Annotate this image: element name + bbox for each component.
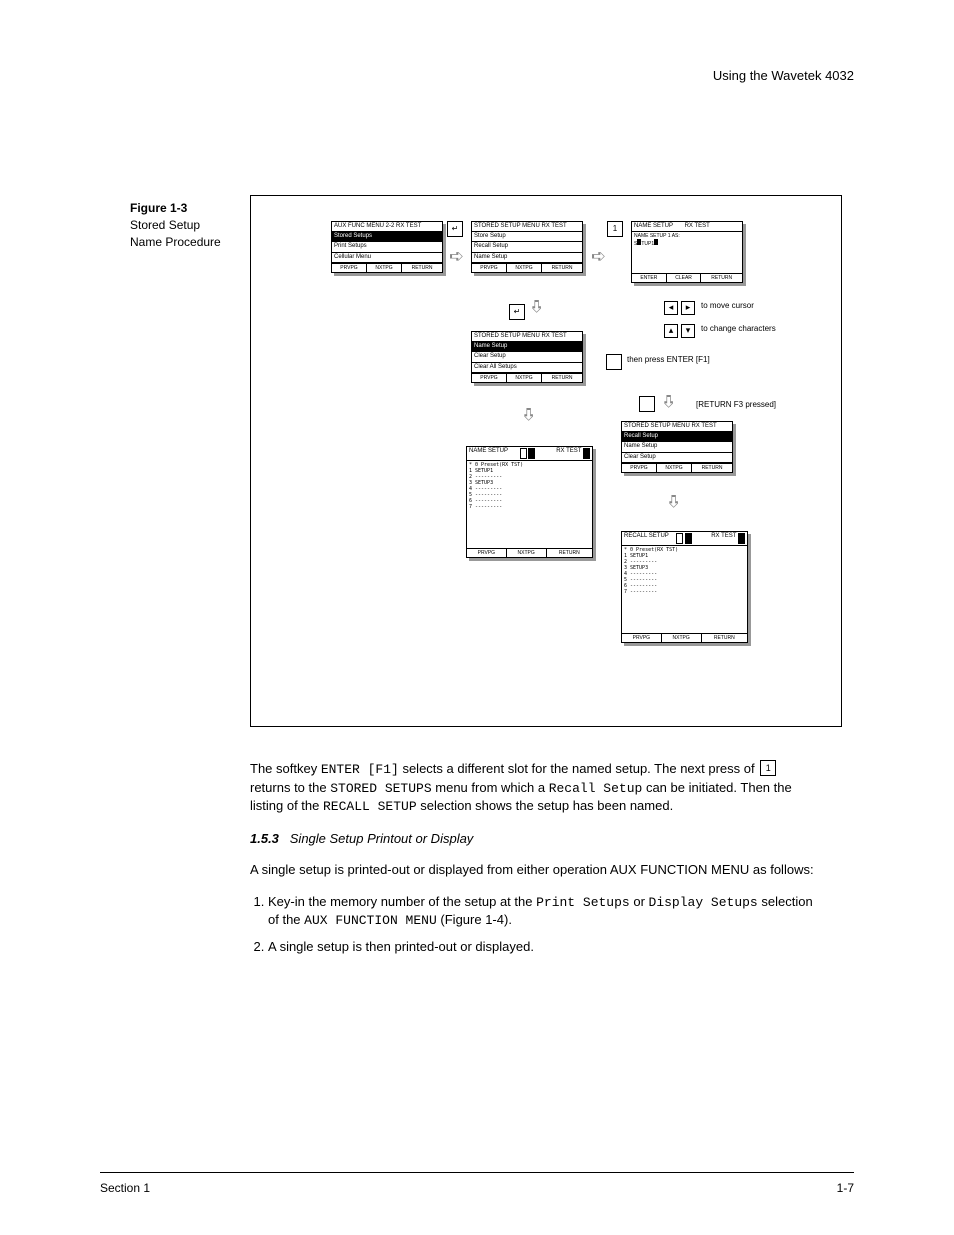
screen-stored-setup-name: STORED SETUP MENU RX TEST Name Setup Cle… <box>471 331 583 383</box>
enter-key-icon: ↵ <box>509 304 525 320</box>
arrow-right-icon: ➪ <box>591 246 606 267</box>
procedure-list: Key-in the memory number of the setup at… <box>268 893 820 956</box>
figure-reference: Figure 1-4 <box>445 912 504 927</box>
recall-setup-code: Recall Setup <box>549 781 643 796</box>
down-arrow-key-icon: ▾ <box>681 324 695 338</box>
list-item: A single setup is then printed-out or di… <box>268 938 820 956</box>
annotation-enter: then press ENTER [F1] <box>627 356 757 365</box>
one-key-icon: 1 <box>760 760 776 776</box>
screen-stored-setup-menu: STORED SETUP MENU RX TEST Store Setup Re… <box>471 221 583 273</box>
footer-section: Section 1 <box>100 1181 150 1195</box>
screen-name-setup-entry: NAME SETUP RX TEST NAME SETUP 1 AS: STUP… <box>631 221 743 283</box>
screen-stored-setup-recall: STORED SETUP MENU RX TEST Recall Setup N… <box>621 421 733 473</box>
arrow-right-icon: ➪ <box>449 246 464 267</box>
body-text: The softkey ENTER [F1] selects a differe… <box>250 760 820 967</box>
diagram-frame: AUX FUNC MENU 2-2 RX TEST Stored Setups … <box>250 195 842 727</box>
list-item: Key-in the memory number of the setup at… <box>268 893 820 930</box>
screen-recall-setup-list: RECALL SETUP RX TEST * 0 Preset(RX TST) … <box>621 531 748 643</box>
up-arrow-key-icon: ▴ <box>664 324 678 338</box>
arrow-down-icon: ➪ <box>526 299 547 314</box>
display-setups-label: Display Setups <box>649 895 758 910</box>
enter-key-icon <box>606 354 622 370</box>
annotation-return: [RETURN F3 pressed] <box>696 401 816 410</box>
screen-aux-menu: AUX FUNC MENU 2-2 RX TEST Stored Setups … <box>331 221 443 273</box>
figure-number: Figure 1-3 <box>130 200 230 217</box>
enter-key-icon: ↵ <box>447 221 463 237</box>
screen-name-setup-list: NAME SETUP RX TEST * 0 Preset(RX TST) 1 … <box>466 446 593 558</box>
annotation-change-chars: to change characters <box>701 325 821 334</box>
aux-menu-label: AUX FUNCTION MENU <box>304 913 437 928</box>
recall-setup-label: RECALL SETUP <box>323 799 417 814</box>
section-title: Single Setup Printout or Display <box>290 831 474 846</box>
right-arrow-key-icon: ▸ <box>681 301 695 315</box>
paragraph-1: The softkey ENTER [F1] selects a differe… <box>250 760 820 816</box>
one-key-icon: 1 <box>607 221 623 237</box>
left-arrow-key-icon: ◂ <box>664 301 678 315</box>
arrow-down-icon: ➪ <box>518 407 539 422</box>
annotation-move-cursor: to move cursor <box>701 302 791 311</box>
paragraph-2: A single setup is printed-out or display… <box>250 861 820 879</box>
page: Using the Wavetek 4032 Figure 1-3 Stored… <box>0 0 954 1235</box>
softkey-enter-label: ENTER [F1] <box>321 762 399 777</box>
print-setups-label: Print Setups <box>536 895 630 910</box>
footer-page-number: 1-7 <box>837 1181 854 1195</box>
enter-key-icon <box>639 396 655 412</box>
figure-caption-text: Stored Setup Name Procedure <box>130 218 221 249</box>
arrow-down-icon: ➪ <box>663 494 684 509</box>
page-header: Using the Wavetek 4032 <box>713 68 854 83</box>
arrow-down-icon: ➪ <box>658 394 679 409</box>
stored-setups-label: STORED SETUPS <box>330 781 431 796</box>
section-number: 1.5.3 <box>250 831 279 846</box>
page-footer: Section 1 1-7 <box>100 1172 854 1195</box>
figure-caption: Figure 1-3 Stored Setup Name Procedure <box>130 200 230 250</box>
section-heading: 1.5.3 Single Setup Printout or Display <box>250 830 820 848</box>
